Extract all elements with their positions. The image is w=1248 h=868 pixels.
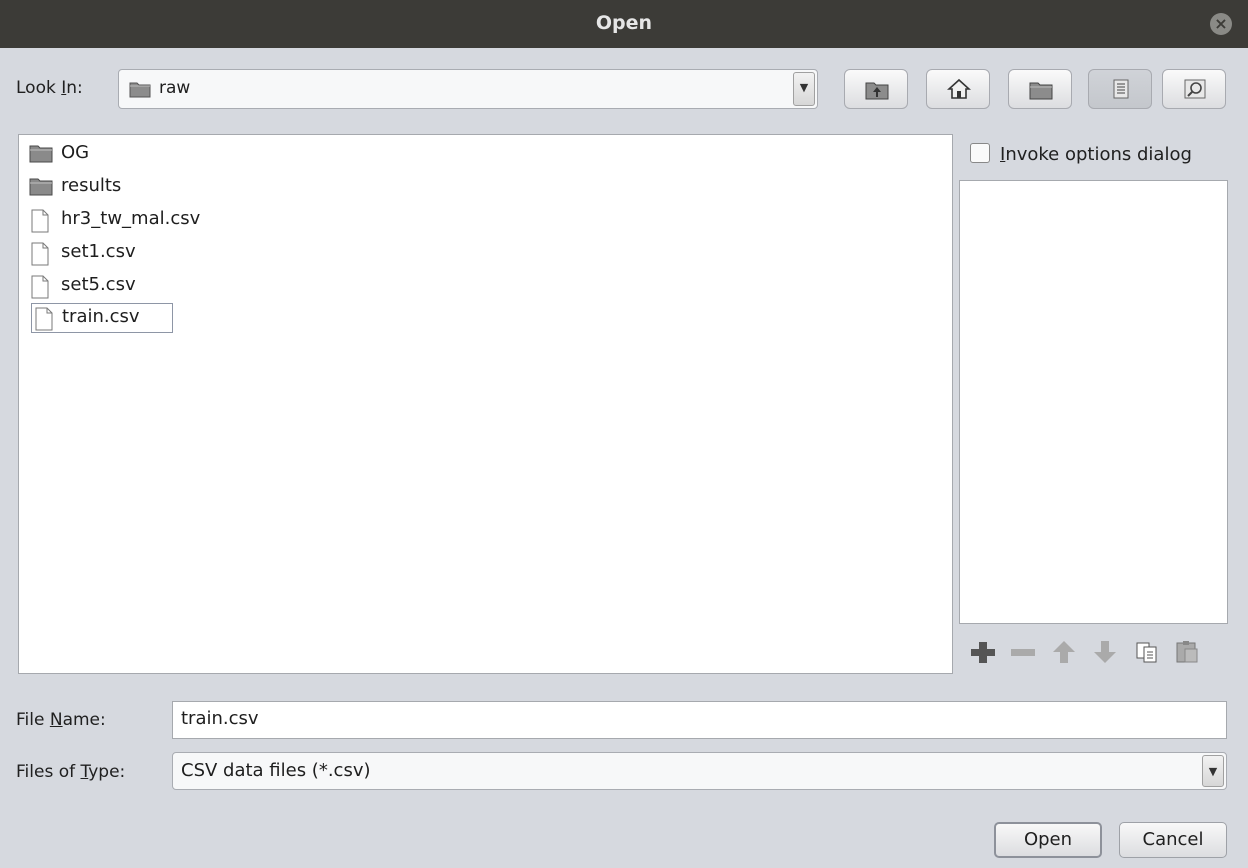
home-icon bbox=[947, 78, 971, 99]
chevron-down-icon[interactable]: ▼ bbox=[793, 72, 815, 106]
add-icon[interactable] bbox=[969, 640, 997, 668]
new-folder-button[interactable] bbox=[1008, 69, 1072, 109]
file-icon bbox=[33, 307, 55, 335]
file-name-value: train.csv bbox=[181, 708, 259, 729]
file-icon bbox=[29, 242, 51, 270]
list-view-icon bbox=[1113, 79, 1129, 99]
details-view-icon bbox=[1184, 79, 1206, 99]
list-item-label: train.csv bbox=[62, 306, 140, 327]
list-item-label: set1.csv bbox=[61, 241, 136, 262]
list-view-button[interactable] bbox=[1088, 69, 1152, 109]
up-one-level-button[interactable] bbox=[844, 69, 908, 109]
list-item-file-train-selected[interactable]: train.csv bbox=[31, 303, 173, 333]
files-of-type-combo[interactable]: CSV data files (*.csv) ▼ bbox=[172, 752, 1227, 790]
folder-up-icon bbox=[865, 82, 889, 100]
home-button[interactable] bbox=[926, 69, 990, 109]
file-icon bbox=[29, 275, 51, 303]
options-list[interactable] bbox=[959, 180, 1228, 624]
move-up-icon[interactable] bbox=[1050, 640, 1078, 668]
file-list[interactable]: OG results hr3_tw_mal.csv set1.csv set5.… bbox=[18, 134, 953, 674]
title-bar: Open × bbox=[0, 0, 1248, 48]
list-item-label: OG bbox=[61, 142, 90, 163]
folder-icon bbox=[29, 143, 53, 167]
file-name-input[interactable]: train.csv bbox=[172, 701, 1227, 739]
list-item-label: set5.csv bbox=[61, 274, 136, 295]
details-view-button[interactable] bbox=[1162, 69, 1226, 109]
invoke-options-checkbox[interactable] bbox=[970, 143, 990, 163]
list-item-label: results bbox=[61, 175, 122, 196]
file-name-label: File Name: bbox=[16, 710, 106, 730]
look-in-value: raw bbox=[159, 78, 191, 98]
window-title: Open bbox=[595, 12, 653, 34]
cancel-button[interactable]: Cancel bbox=[1119, 822, 1227, 858]
invoke-options-label: Invoke options dialog bbox=[1000, 144, 1192, 165]
remove-icon[interactable] bbox=[1009, 640, 1037, 668]
chevron-down-icon[interactable]: ▼ bbox=[1202, 755, 1224, 787]
open-button[interactable]: Open bbox=[994, 822, 1102, 858]
new-folder-icon bbox=[1029, 82, 1053, 100]
paste-icon[interactable] bbox=[1174, 640, 1202, 668]
copy-icon[interactable] bbox=[1134, 640, 1162, 668]
move-down-icon[interactable] bbox=[1091, 640, 1119, 668]
folder-icon bbox=[29, 176, 53, 200]
file-icon bbox=[29, 209, 51, 237]
look-in-combo[interactable]: raw ▼ bbox=[118, 69, 818, 109]
list-item-label: hr3_tw_mal.csv bbox=[61, 208, 201, 229]
look-in-label: Look In: bbox=[16, 78, 83, 98]
files-of-type-value: CSV data files (*.csv) bbox=[181, 760, 371, 781]
files-of-type-label: Files of Type: bbox=[16, 762, 126, 782]
folder-icon bbox=[129, 80, 151, 102]
close-icon[interactable]: × bbox=[1210, 13, 1232, 35]
